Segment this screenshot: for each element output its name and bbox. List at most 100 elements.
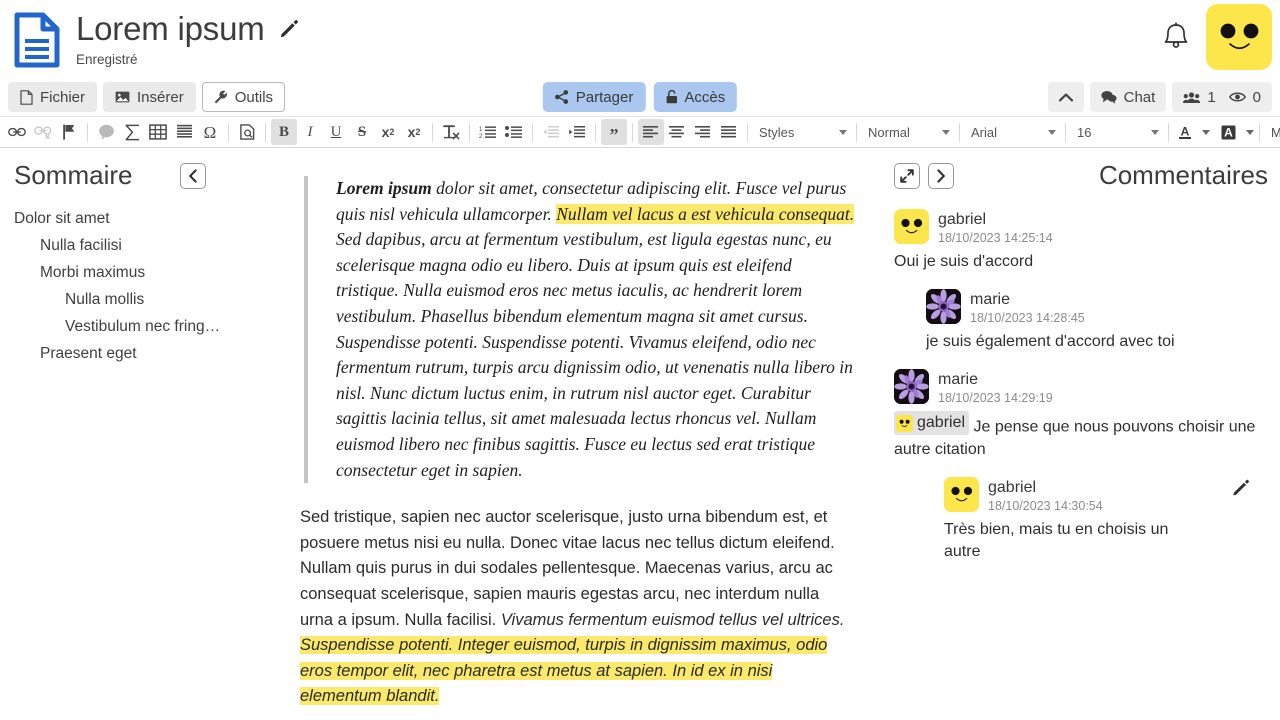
- comment-date: 18/10/2023 14:28:45: [970, 311, 1085, 325]
- bell-icon[interactable]: [1152, 13, 1200, 61]
- expand-icon[interactable]: [894, 162, 920, 189]
- svg-text:A: A: [1181, 124, 1190, 138]
- toolbar-separator: [595, 122, 596, 142]
- align-justify-icon[interactable]: [716, 119, 742, 145]
- toolbar-separator: [959, 122, 960, 142]
- remove-format-icon[interactable]: [438, 119, 464, 145]
- chevron-down-icon[interactable]: [1246, 129, 1254, 135]
- special-character-icon[interactable]: Ω: [197, 119, 223, 145]
- toc-item[interactable]: Praesent eget: [14, 340, 256, 367]
- comments-header-buttons: [894, 162, 954, 189]
- quote-lead-text: Lorem ipsum: [336, 178, 432, 198]
- presence-indicator[interactable]: 1 0: [1172, 82, 1272, 112]
- chevron-down-icon: [1048, 129, 1056, 135]
- toolbar-separator: [632, 122, 633, 142]
- pencil-icon[interactable]: [279, 19, 299, 39]
- share-label: Partager: [575, 88, 634, 106]
- word-count: Mots : 616: [1271, 124, 1280, 140]
- align-left-icon[interactable]: [638, 119, 664, 145]
- comment-text: je suis également d'accord avec toi: [926, 333, 1175, 350]
- comment-meta: gabriel 18/10/2023 14:25:14: [938, 209, 1053, 246]
- strikethrough-icon[interactable]: S: [349, 119, 375, 145]
- link-icon[interactable]: [4, 119, 30, 145]
- comment-text: Oui je suis d'accord: [894, 253, 1034, 270]
- chevron-up-icon: [1058, 93, 1073, 101]
- bold-icon[interactable]: B: [271, 119, 297, 145]
- toolbar-separator: [1259, 122, 1260, 142]
- comments-collapse-button[interactable]: [928, 162, 954, 189]
- blockquote-icon[interactable]: ”: [601, 119, 627, 145]
- toggle-toolbar-button[interactable]: [1047, 82, 1084, 112]
- preview-icon[interactable]: [234, 119, 260, 145]
- chat-label: Chat: [1123, 88, 1156, 106]
- underline-icon[interactable]: U: [323, 119, 349, 145]
- comment-date: 18/10/2023 14:25:14: [938, 231, 1053, 245]
- comment-date: 18/10/2023 14:30:54: [988, 498, 1103, 513]
- center-actions: Partager Accès: [542, 82, 738, 112]
- comment-item[interactable]: marie 18/10/2023 14:28:45 je suis égalem…: [926, 289, 1268, 353]
- menu-tools[interactable]: Outils: [201, 82, 286, 112]
- users-count: 1: [1207, 88, 1216, 106]
- styles-select[interactable]: Styles: [753, 120, 851, 144]
- comments-title: Commentaires: [1098, 160, 1268, 190]
- subscript-icon[interactable]: x2: [375, 119, 401, 145]
- styles-select-label: Styles: [759, 124, 795, 140]
- formula-icon[interactable]: [119, 119, 145, 145]
- outdent-icon: [538, 119, 564, 145]
- page-break-icon[interactable]: [171, 119, 197, 145]
- menu-file-label: Fichier: [40, 88, 86, 106]
- save-status: Enregistré: [76, 52, 138, 67]
- italic-icon[interactable]: I: [297, 119, 323, 145]
- viewers-count: 0: [1252, 88, 1261, 106]
- comment-icon[interactable]: [93, 119, 119, 145]
- font-color-icon[interactable]: A: [1174, 119, 1196, 145]
- anchor-flag-icon[interactable]: [56, 119, 82, 145]
- comment-item[interactable]: gabriel 18/10/2023 14:30:54 Très bien, m…: [944, 476, 1268, 563]
- indent-icon[interactable]: [564, 119, 590, 145]
- access-button[interactable]: Accès: [653, 82, 738, 112]
- toc-collapse-button[interactable]: [180, 162, 207, 189]
- comment-header: gabriel 18/10/2023 14:25:14: [894, 209, 1268, 246]
- document-paragraph[interactable]: Sed tristique, sapien nec auctor sceleri…: [294, 505, 856, 710]
- document-editor[interactable]: Lorem ipsum dolor sit amet, consectetur …: [270, 148, 880, 718]
- chat-button[interactable]: Chat: [1089, 82, 1167, 112]
- comment-author: gabriel: [988, 478, 1037, 496]
- font-size-select[interactable]: 16: [1071, 120, 1163, 144]
- menu-file[interactable]: Fichier: [8, 82, 98, 112]
- paragraph-format-select[interactable]: Normal: [862, 120, 954, 144]
- quote-highlight: Nullam vel lacus a est vehicula consequa…: [556, 203, 855, 224]
- file-icon: [20, 89, 33, 105]
- action-bar: Fichier Insérer Outils Partager Accès Ch…: [0, 78, 1280, 116]
- chevron-down-icon: [839, 129, 847, 135]
- align-right-icon[interactable]: [690, 119, 716, 145]
- svg-text:A: A: [1224, 125, 1233, 139]
- comment-meta: gabriel 18/10/2023 14:30:54: [988, 477, 1103, 514]
- share-button[interactable]: Partager: [542, 82, 646, 112]
- toc-item[interactable]: Nulla facilisi: [14, 232, 256, 259]
- align-center-icon[interactable]: [664, 119, 690, 145]
- highlight-color-icon[interactable]: A: [1216, 119, 1240, 145]
- comment-item[interactable]: gabriel 18/10/2023 14:25:14 Oui je suis …: [894, 209, 1268, 273]
- bulleted-list-icon[interactable]: [501, 119, 527, 145]
- toc-item[interactable]: Morbi maximus: [14, 259, 256, 286]
- document-blockquote[interactable]: Lorem ipsum dolor sit amet, consectetur …: [304, 176, 856, 484]
- toc-item[interactable]: Nulla mollis: [14, 286, 256, 313]
- chevron-down-icon[interactable]: [1202, 129, 1210, 135]
- smiley-avatar: [894, 209, 929, 244]
- menu-insert[interactable]: Insérer: [103, 82, 196, 112]
- numbered-list-icon[interactable]: 1 2: [475, 119, 501, 145]
- toc-item[interactable]: Dolor sit amet: [14, 205, 256, 232]
- avatar[interactable]: [1206, 4, 1272, 70]
- paragraph-italic: Vivamus fermentum euismod tellus vel ult…: [500, 610, 845, 629]
- font-family-label: Arial: [971, 124, 998, 140]
- document-icon: [14, 12, 60, 68]
- flower-avatar: [894, 369, 929, 404]
- superscript-icon[interactable]: x2: [401, 119, 427, 145]
- pencil-icon[interactable]: [1232, 479, 1250, 497]
- comment-item[interactable]: marie 18/10/2023 14:29:19 gabriel Je pen…: [894, 369, 1268, 461]
- toc-item[interactable]: Vestibulum nec fring…: [14, 313, 256, 340]
- font-family-select[interactable]: Arial: [965, 120, 1060, 144]
- mention-chip[interactable]: gabriel: [894, 411, 970, 435]
- main-body: Sommaire Dolor sit amet Nulla facilisi M…: [0, 148, 1280, 718]
- table-icon[interactable]: [145, 119, 171, 145]
